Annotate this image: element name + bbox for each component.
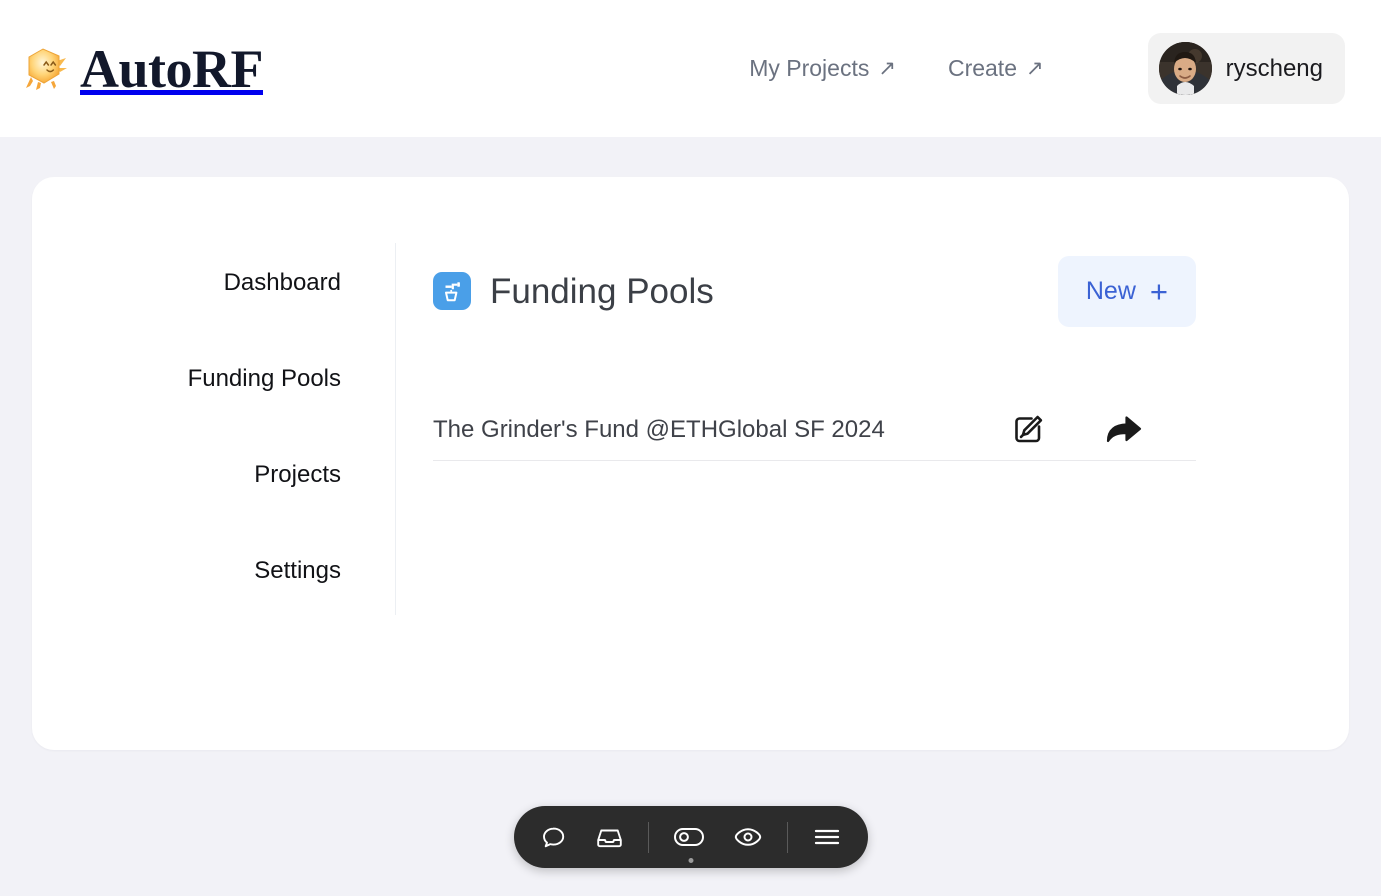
arrow-up-right-icon: ↗ — [878, 57, 896, 80]
inbox-tray-icon[interactable] — [591, 824, 628, 851]
sidebar-item-settings[interactable]: Settings — [254, 559, 341, 583]
nav-link-my-projects[interactable]: My Projects ↗ — [749, 55, 896, 82]
page-body: Dashboard Funding Pools Projects Setting… — [0, 137, 1381, 750]
sidebar-item-dashboard[interactable]: Dashboard — [224, 271, 341, 295]
arrow-up-right-icon: ↗ — [1026, 57, 1044, 80]
funding-pool-name: The Grinder's Fund @ETHGlobal SF 2024 — [433, 415, 885, 443]
table-row[interactable]: The Grinder's Fund @ETHGlobal SF 2024 — [433, 399, 1196, 461]
edit-pencil-square-icon[interactable] — [1010, 412, 1046, 448]
eye-icon[interactable] — [729, 826, 767, 848]
new-funding-pool-button[interactable]: New + — [1057, 255, 1196, 327]
page-title: Funding Pools — [490, 271, 714, 311]
chat-bubble-icon[interactable] — [536, 824, 571, 851]
bottom-toolbar-wrap — [0, 806, 1381, 868]
toolbar-divider — [647, 821, 649, 853]
brand-home-link[interactable]: AutoRF — [16, 38, 264, 99]
content-panel: Funding Pools New + The Grinder's Fund @… — [396, 243, 1349, 750]
hamburger-menu-icon[interactable] — [808, 826, 846, 848]
funding-pools-list: The Grinder's Fund @ETHGlobal SF 2024 — [433, 399, 1196, 461]
top-header: AutoRF My Projects ↗ Create ↗ ryscheng — [0, 0, 1381, 137]
main-card: Dashboard Funding Pools Projects Setting… — [32, 177, 1349, 750]
header-nav: My Projects ↗ Create ↗ ryscheng — [749, 33, 1345, 104]
sidebar-item-projects[interactable]: Projects — [254, 463, 341, 487]
sidebar-item-funding-pools[interactable]: Funding Pools — [188, 367, 341, 391]
user-name: ryscheng — [1225, 54, 1323, 82]
content-header: Funding Pools New + — [433, 255, 1196, 327]
faucet-pouring-into-cup-icon — [433, 272, 471, 310]
plus-icon: + — [1149, 273, 1168, 309]
toolbar-divider — [786, 821, 788, 853]
nav-link-create[interactable]: Create ↗ — [948, 55, 1044, 82]
toggle-switch-icon[interactable] — [669, 826, 709, 848]
nav-link-create-label: Create — [947, 55, 1017, 81]
sidebar: Dashboard Funding Pools Projects Setting… — [32, 243, 396, 615]
nav-link-my-projects-label: My Projects — [749, 55, 870, 81]
brand-name: AutoRF — [80, 38, 264, 99]
toolbar-status-dot — [688, 858, 693, 863]
user-menu-button[interactable]: ryscheng — [1147, 33, 1345, 104]
autorf-cube-mascot-logo-icon — [16, 41, 72, 97]
row-actions — [1010, 412, 1194, 448]
avatar — [1158, 42, 1212, 95]
new-button-label: New — [1085, 276, 1136, 305]
bottom-toolbar — [513, 806, 868, 868]
share-forward-arrow-icon[interactable] — [1104, 413, 1144, 447]
